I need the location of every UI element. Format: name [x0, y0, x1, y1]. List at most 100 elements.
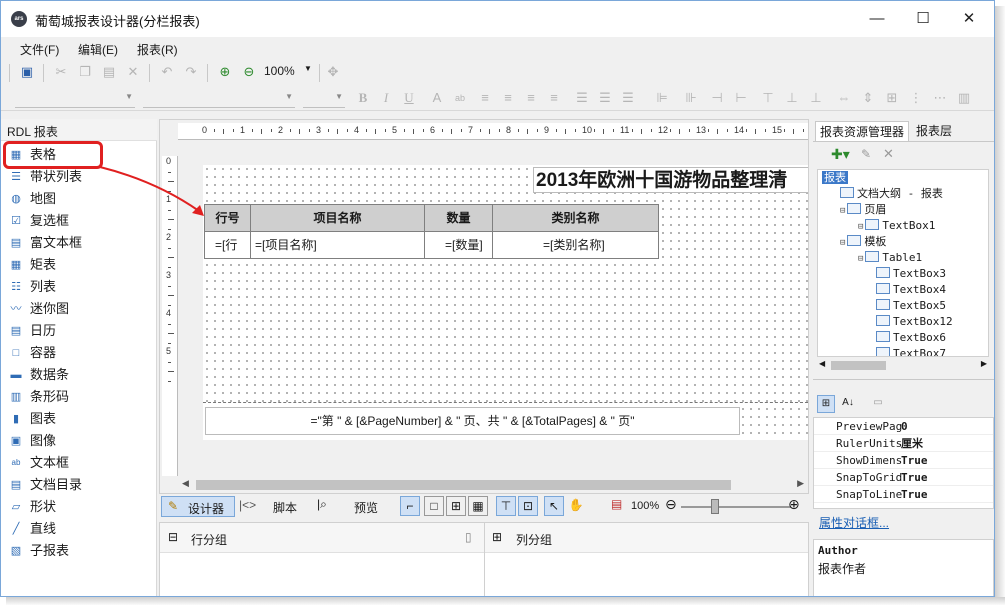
- collapse-icon[interactable]: ⊟: [858, 254, 863, 264]
- layout-align-center-h-icon[interactable]: ⊣: [707, 88, 727, 108]
- property-value[interactable]: True: [901, 469, 928, 486]
- align-right-icon[interactable]: ≡: [521, 88, 541, 108]
- categorized-icon[interactable]: ⊞: [817, 395, 835, 413]
- table-header-cell[interactable]: 行号: [204, 204, 251, 232]
- toolbox-item[interactable]: ▣ 图像: [1, 430, 157, 452]
- toolbox-item[interactable]: ▬ 数据条: [1, 364, 157, 386]
- snap-to-lines-icon[interactable]: ⊤: [496, 496, 516, 516]
- select-pointer-icon[interactable]: ↖: [544, 496, 564, 516]
- table-detail-cell[interactable]: =[数量]: [424, 231, 493, 259]
- tree-node[interactable]: TextBox12: [876, 314, 953, 330]
- italic-icon[interactable]: I: [376, 88, 396, 108]
- table-header-cell[interactable]: 类别名称: [492, 204, 659, 232]
- delete-item-icon[interactable]: ✕: [883, 146, 894, 162]
- tree-hscrollbar[interactable]: ◀ ▶: [817, 359, 989, 373]
- toolbox-item[interactable]: ☷ 列表: [1, 276, 157, 298]
- toolbox-item[interactable]: □ 容器: [1, 342, 157, 364]
- valign-middle-icon[interactable]: ☰: [595, 88, 615, 108]
- align-center-icon[interactable]: ≡: [498, 88, 518, 108]
- copy-icon[interactable]: ❐: [75, 62, 95, 82]
- toolbox-item[interactable]: ▦ 矩表: [1, 254, 157, 276]
- tree-node[interactable]: ⊟ Table1: [858, 250, 922, 266]
- layout-align-middle-icon[interactable]: ⊥: [782, 88, 802, 108]
- menu-report[interactable]: 报表(R): [137, 41, 178, 58]
- tree-node[interactable]: TextBox5: [876, 298, 946, 314]
- bold-icon[interactable]: B: [353, 88, 373, 108]
- zoom-out-icon[interactable]: ⊖: [239, 62, 259, 82]
- toolbox-item[interactable]: ▮ 图表: [1, 408, 157, 430]
- zoom-in-button[interactable]: ⊕: [788, 496, 800, 513]
- property-pages-icon[interactable]: ▭: [869, 395, 887, 413]
- toolbox-item[interactable]: ▥ 条形码: [1, 386, 157, 408]
- scroll-left-icon[interactable]: ◀: [182, 478, 189, 489]
- layout-align-center-icon[interactable]: ⊪: [681, 88, 701, 108]
- menu-file[interactable]: 文件(F): [20, 41, 59, 58]
- style-dropdown[interactable]: ▼: [15, 90, 135, 108]
- tree-node[interactable]: TextBox6: [876, 330, 946, 346]
- valign-top-icon[interactable]: ☰: [572, 88, 592, 108]
- save-icon[interactable]: ▣: [17, 62, 37, 82]
- layout-align-top-icon[interactable]: ⊤: [758, 88, 778, 108]
- property-row[interactable]: SnapToLine True: [814, 486, 993, 503]
- sort-az-icon[interactable]: A↓: [839, 395, 857, 413]
- font-size-dropdown[interactable]: ▼: [303, 90, 345, 108]
- property-value[interactable]: 0: [901, 418, 908, 435]
- page-number-textbox[interactable]: ="第 " & [&PageNumber] & " 页、共 " & [&Tota…: [205, 407, 740, 435]
- property-dialog-link[interactable]: 属性对话框...: [819, 514, 889, 531]
- maximize-button[interactable]: ☐: [900, 1, 946, 37]
- report-canvas[interactable]: 2013年欧洲十国游物品整理清 行号 项目名称 数量 类别名称 =[行 =[项目…: [203, 165, 808, 440]
- move-icon[interactable]: ✥: [323, 62, 343, 82]
- tree-node[interactable]: ⊟ TextBox1: [858, 218, 935, 234]
- paste-icon[interactable]: ▤: [99, 62, 119, 82]
- same-size-icon[interactable]: ⊞: [882, 88, 902, 108]
- zoom-slider-thumb[interactable]: [711, 499, 719, 514]
- report-title-textbox[interactable]: 2013年欧洲十国游物品整理清: [533, 167, 808, 193]
- scrollbar-thumb[interactable]: [831, 361, 886, 370]
- menu-edit[interactable]: 编辑(E): [78, 41, 118, 58]
- tab-designer[interactable]: ✎ 设计器: [161, 496, 235, 517]
- underline-icon[interactable]: U: [399, 88, 419, 108]
- tree-node[interactable]: TextBox7: [876, 346, 946, 356]
- scroll-right-icon[interactable]: ▶: [981, 359, 987, 368]
- zoom-slider[interactable]: [681, 506, 791, 508]
- toolbox-item[interactable]: ╱ 直线: [1, 518, 157, 540]
- pan-hand-icon[interactable]: ✋: [566, 496, 586, 516]
- tree-node[interactable]: 文档大纲 - 报表: [840, 186, 943, 202]
- scroll-left-icon[interactable]: ◀: [819, 359, 825, 368]
- property-value[interactable]: 厘米: [901, 435, 923, 452]
- property-row[interactable]: SnapToGrid True: [814, 469, 993, 486]
- toolbox-item[interactable]: 〰迷你图: [1, 298, 157, 320]
- tree-node[interactable]: 报表: [822, 170, 848, 186]
- tab-preview[interactable]: 预览: [354, 499, 378, 516]
- tree-node[interactable]: TextBox4: [876, 282, 946, 298]
- redo-icon[interactable]: ↷: [181, 62, 201, 82]
- property-row[interactable]: RulerUnits 厘米: [814, 435, 993, 452]
- zoom-out-button[interactable]: ⊖: [665, 496, 677, 513]
- grid-icon[interactable]: ⊞: [446, 496, 466, 516]
- collapse-icon[interactable]: ⊟: [840, 238, 845, 248]
- cut-icon[interactable]: ✂: [51, 62, 71, 82]
- tab-report-explorer[interactable]: 报表资源管理器: [815, 121, 910, 141]
- same-width-icon[interactable]: ⇔: [834, 88, 854, 108]
- table-detail-cell[interactable]: =[类别名称]: [492, 231, 659, 259]
- table-header-cell[interactable]: 数量: [424, 204, 493, 232]
- toolbox-item[interactable]: ▤ 文档目录: [1, 474, 157, 496]
- toolbox-item[interactable]: ▱ 形状: [1, 496, 157, 518]
- property-value[interactable]: True: [901, 486, 928, 503]
- spacing-h-icon[interactable]: ⋮: [906, 88, 926, 108]
- same-height-icon[interactable]: ⇕: [858, 88, 878, 108]
- table-grid-icon[interactable]: ▦: [468, 496, 488, 516]
- add-icon[interactable]: ✚▾: [831, 146, 850, 163]
- layout-align-bottom-icon[interactable]: ⊥: [806, 88, 826, 108]
- toolbox-item[interactable]: ab 文本框: [1, 452, 157, 474]
- background-color-icon[interactable]: ab: [450, 88, 470, 108]
- minimize-button[interactable]: —: [854, 1, 900, 37]
- property-row[interactable]: ShowDimens True: [814, 452, 993, 469]
- property-row[interactable]: PreviewPag 0: [814, 418, 993, 435]
- zoom-select[interactable]: 100% ▼: [264, 64, 314, 82]
- collapse-icon[interactable]: ⊟: [840, 206, 845, 216]
- layout-align-left-icon[interactable]: ⊫: [652, 88, 672, 108]
- ruler-toggle-icon[interactable]: ⌐: [400, 496, 420, 516]
- delete-icon[interactable]: ✕: [123, 62, 143, 82]
- toolbox-item[interactable]: ▤ 日历: [1, 320, 157, 342]
